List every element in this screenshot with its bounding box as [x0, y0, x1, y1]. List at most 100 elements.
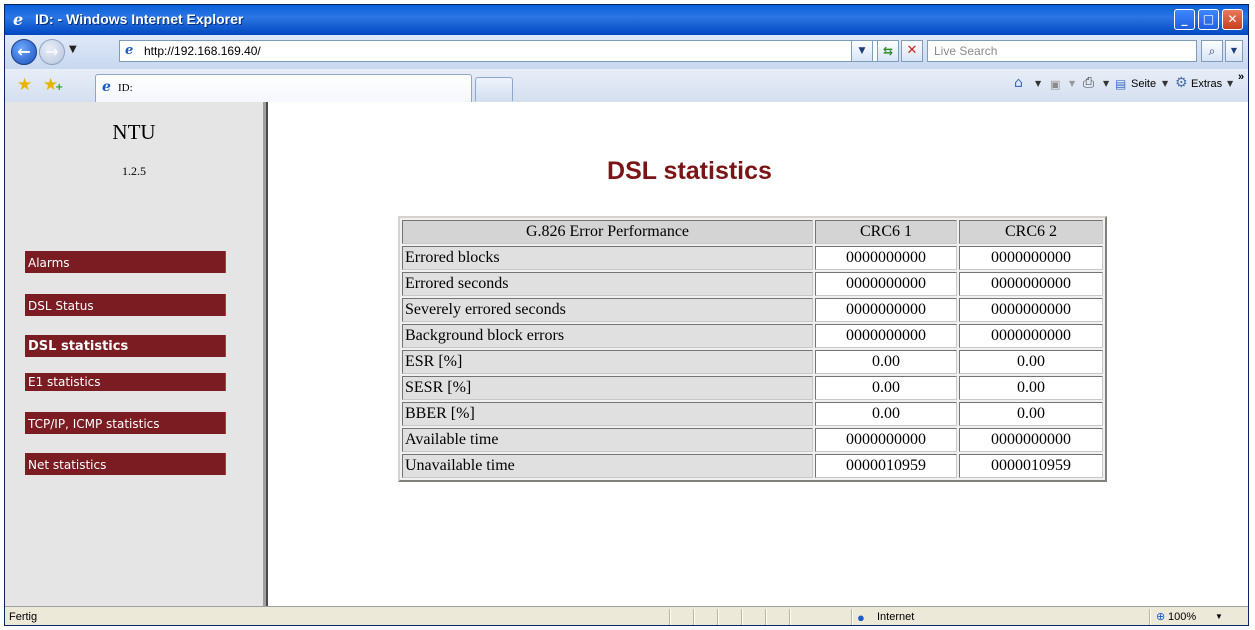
column-header: CRC6 1 [815, 220, 957, 244]
error-performance-table: G.826 Error Performance CRC6 1 CRC6 2 Er… [398, 216, 1107, 482]
page-menu[interactable]: Seite [1131, 78, 1156, 90]
favorites-star-icon[interactable]: ★ [17, 75, 32, 95]
status-divider [1149, 609, 1151, 625]
forward-button[interactable]: → [39, 39, 65, 65]
crc6-2-value: 0000000000 [959, 428, 1103, 452]
table-row: Errored blocks 0000000000 0000000000 [402, 246, 1103, 270]
row-label: Unavailable time [402, 454, 813, 478]
row-label: ESR [%] [402, 350, 813, 374]
status-divider [669, 609, 671, 625]
table-row: Severely errored seconds 0000000000 0000… [402, 298, 1103, 322]
sidebar-item-e1-statistics[interactable]: E1 statistics [25, 373, 226, 391]
row-label: SESR [%] [402, 376, 813, 400]
table-row: ESR [%] 0.00 0.00 [402, 350, 1103, 374]
row-label: BBER [%] [402, 402, 813, 426]
table-header-row: G.826 Error Performance CRC6 1 CRC6 2 [402, 220, 1103, 244]
crc6-1-value: 0000000000 [815, 246, 957, 270]
internet-globe-icon: ● [857, 610, 865, 625]
sidebar-item-alarms[interactable]: Alarms [25, 251, 226, 273]
home-icon[interactable]: ⌂ [1014, 75, 1023, 91]
tab-current[interactable]: e ID: [95, 74, 472, 102]
crc6-1-value: 0000000000 [815, 272, 957, 296]
page-menu-icon[interactable]: ▤ [1115, 77, 1126, 91]
crc6-1-value: 0000000000 [815, 428, 957, 452]
search-button[interactable]: ⌕ [1201, 40, 1223, 62]
ie-logo-icon: e [13, 10, 24, 29]
crc6-2-value: 0.00 [959, 350, 1103, 374]
crc6-2-value: 0000000000 [959, 298, 1103, 322]
zoom-level[interactable]: 100% [1168, 611, 1196, 623]
crc6-2-value: 0.00 [959, 376, 1103, 400]
device-name: NTU [112, 120, 156, 144]
window-title: ID: - Windows Internet Explorer [35, 11, 244, 27]
column-header: G.826 Error Performance [402, 220, 813, 244]
new-tab-button[interactable] [475, 77, 513, 101]
tools-menu[interactable]: Extras [1191, 78, 1222, 90]
stop-button[interactable]: ✕ [901, 40, 923, 62]
page-icon: e [125, 43, 134, 58]
browser-window: e ID: - Windows Internet Explorer _ □ ✕ … [4, 4, 1249, 626]
address-toolbar: ← → ▼ e http://192.168.169.40/ ▼ ⇆ ✕ Liv… [5, 35, 1248, 70]
recent-pages-chevron-down-icon[interactable]: ▼ [69, 44, 77, 55]
tools-gear-icon[interactable]: ⚙ [1175, 75, 1188, 91]
row-label: Available time [402, 428, 813, 452]
crc6-1-value: 0.00 [815, 402, 957, 426]
table-row: Available time 0000000000 0000000000 [402, 428, 1103, 452]
status-divider [693, 609, 695, 625]
row-label: Errored blocks [402, 246, 813, 270]
close-button[interactable]: ✕ [1222, 9, 1243, 30]
crc6-1-value: 0000000000 [815, 324, 957, 348]
crc6-2-value: 0000000000 [959, 272, 1103, 296]
row-label: Background block errors [402, 324, 813, 348]
table-row: BBER [%] 0.00 0.00 [402, 402, 1103, 426]
zoom-magnifier-icon[interactable]: ⊕ [1156, 610, 1165, 623]
crc6-2-value: 0000000000 [959, 324, 1103, 348]
print-icon[interactable]: ⎙ [1083, 75, 1094, 91]
address-dropdown-chevron-down-icon[interactable]: ▼ [851, 40, 873, 62]
page-chevron-down-icon[interactable]: ▼ [1162, 79, 1168, 88]
sidebar: NTU 1.2.5 Alarms DSL Status DSL statisti… [5, 102, 268, 606]
table-row: Unavailable time 0000010959 0000010959 [402, 454, 1103, 478]
status-divider [851, 609, 853, 625]
home-chevron-down-icon[interactable]: ▼ [1035, 79, 1041, 88]
status-bar: Fertig ● Internet ⊕ 100% ▼ [5, 606, 1248, 625]
status-text: Fertig [9, 611, 38, 623]
more-tools-chevron-icon[interactable]: » [1238, 71, 1244, 83]
sidebar-item-dsl-statistics[interactable]: DSL statistics [25, 335, 226, 357]
print-chevron-down-icon[interactable]: ▼ [1103, 79, 1109, 88]
row-label: Errored seconds [402, 272, 813, 296]
back-button[interactable]: ← [11, 39, 37, 65]
feeds-icon[interactable]: ▣ [1050, 78, 1060, 91]
refresh-button[interactable]: ⇆ [877, 40, 899, 62]
sidebar-item-tcpip-icmp-statistics[interactable]: TCP/IP, ICMP statistics [25, 412, 226, 434]
status-divider [789, 609, 791, 625]
table-row: SESR [%] 0.00 0.00 [402, 376, 1103, 400]
tools-chevron-down-icon[interactable]: ▼ [1227, 79, 1233, 88]
title-bar[interactable]: e ID: - Windows Internet Explorer _ □ ✕ [5, 5, 1248, 35]
minimize-button[interactable]: _ [1174, 9, 1195, 30]
search-options-chevron-down-icon[interactable]: ▼ [1225, 40, 1243, 62]
main-panel: DSL statistics G.826 Error Performance C… [268, 102, 1248, 606]
sidebar-item-net-statistics[interactable]: Net statistics [25, 453, 226, 475]
zoom-chevron-down-icon[interactable]: ▼ [1215, 612, 1223, 621]
address-bar[interactable]: e http://192.168.169.40/ [119, 40, 879, 62]
tab-toolbar: ★ ★ + e ID: ⌂ ▼ ▣ ▼ ⎙ ▼ ▤ Seite ▼ ⚙ Extr… [5, 69, 1248, 103]
table-row: Errored seconds 0000000000 0000000000 [402, 272, 1103, 296]
tab-page-icon: e [102, 79, 111, 95]
status-divider [765, 609, 767, 625]
security-zone[interactable]: Internet [877, 611, 914, 623]
crc6-2-value: 0.00 [959, 402, 1103, 426]
status-divider [741, 609, 743, 625]
page-title: DSL statistics [607, 157, 772, 185]
crc6-1-value: 0000000000 [815, 298, 957, 322]
crc6-1-value: 0000010959 [815, 454, 957, 478]
crc6-1-value: 0.00 [815, 376, 957, 400]
search-input[interactable]: Live Search [927, 40, 1197, 62]
feeds-chevron-down-icon[interactable]: ▼ [1069, 79, 1075, 88]
address-url[interactable]: http://192.168.169.40/ [144, 44, 261, 58]
table-row: Background block errors 0000000000 00000… [402, 324, 1103, 348]
status-divider [717, 609, 719, 625]
sidebar-item-dsl-status[interactable]: DSL Status [25, 294, 226, 316]
maximize-button[interactable]: □ [1198, 9, 1219, 30]
crc6-2-value: 0000000000 [959, 246, 1103, 270]
